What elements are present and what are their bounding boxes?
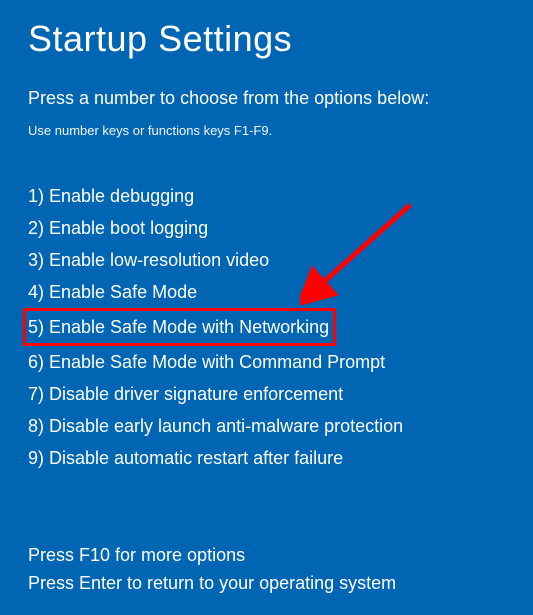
- footer: Press F10 for more options Press Enter t…: [28, 541, 396, 597]
- option-9[interactable]: 9) Disable automatic restart after failu…: [28, 442, 505, 474]
- option-label: 9) Disable automatic restart after failu…: [28, 448, 343, 468]
- footer-return: Press Enter to return to your operating …: [28, 569, 396, 597]
- option-label: 6) Enable Safe Mode with Command Prompt: [28, 352, 385, 372]
- option-4[interactable]: 4) Enable Safe Mode: [28, 276, 505, 308]
- option-3[interactable]: 3) Enable low-resolution video: [28, 244, 505, 276]
- option-8[interactable]: 8) Disable early launch anti-malware pro…: [28, 410, 505, 442]
- option-2[interactable]: 2) Enable boot logging: [28, 212, 505, 244]
- option-label: 8) Disable early launch anti-malware pro…: [28, 416, 403, 436]
- option-label: 1) Enable debugging: [28, 186, 194, 206]
- option-7[interactable]: 7) Disable driver signature enforcement: [28, 378, 505, 410]
- option-6[interactable]: 6) Enable Safe Mode with Command Prompt: [28, 346, 505, 378]
- option-label-highlighted: 5) Enable Safe Mode with Networking: [23, 308, 336, 346]
- subtitle: Press a number to choose from the option…: [28, 88, 505, 109]
- footer-more-options: Press F10 for more options: [28, 541, 396, 569]
- option-label: 3) Enable low-resolution video: [28, 250, 269, 270]
- page-title: Startup Settings: [28, 18, 505, 60]
- option-label: 4) Enable Safe Mode: [28, 282, 197, 302]
- option-1[interactable]: 1) Enable debugging: [28, 180, 505, 212]
- options-list: 1) Enable debugging 2) Enable boot loggi…: [28, 180, 505, 474]
- option-label: 7) Disable driver signature enforcement: [28, 384, 343, 404]
- option-label: 2) Enable boot logging: [28, 218, 208, 238]
- hint-text: Use number keys or functions keys F1-F9.: [28, 123, 505, 138]
- option-5[interactable]: 5) Enable Safe Mode with Networking: [28, 308, 505, 346]
